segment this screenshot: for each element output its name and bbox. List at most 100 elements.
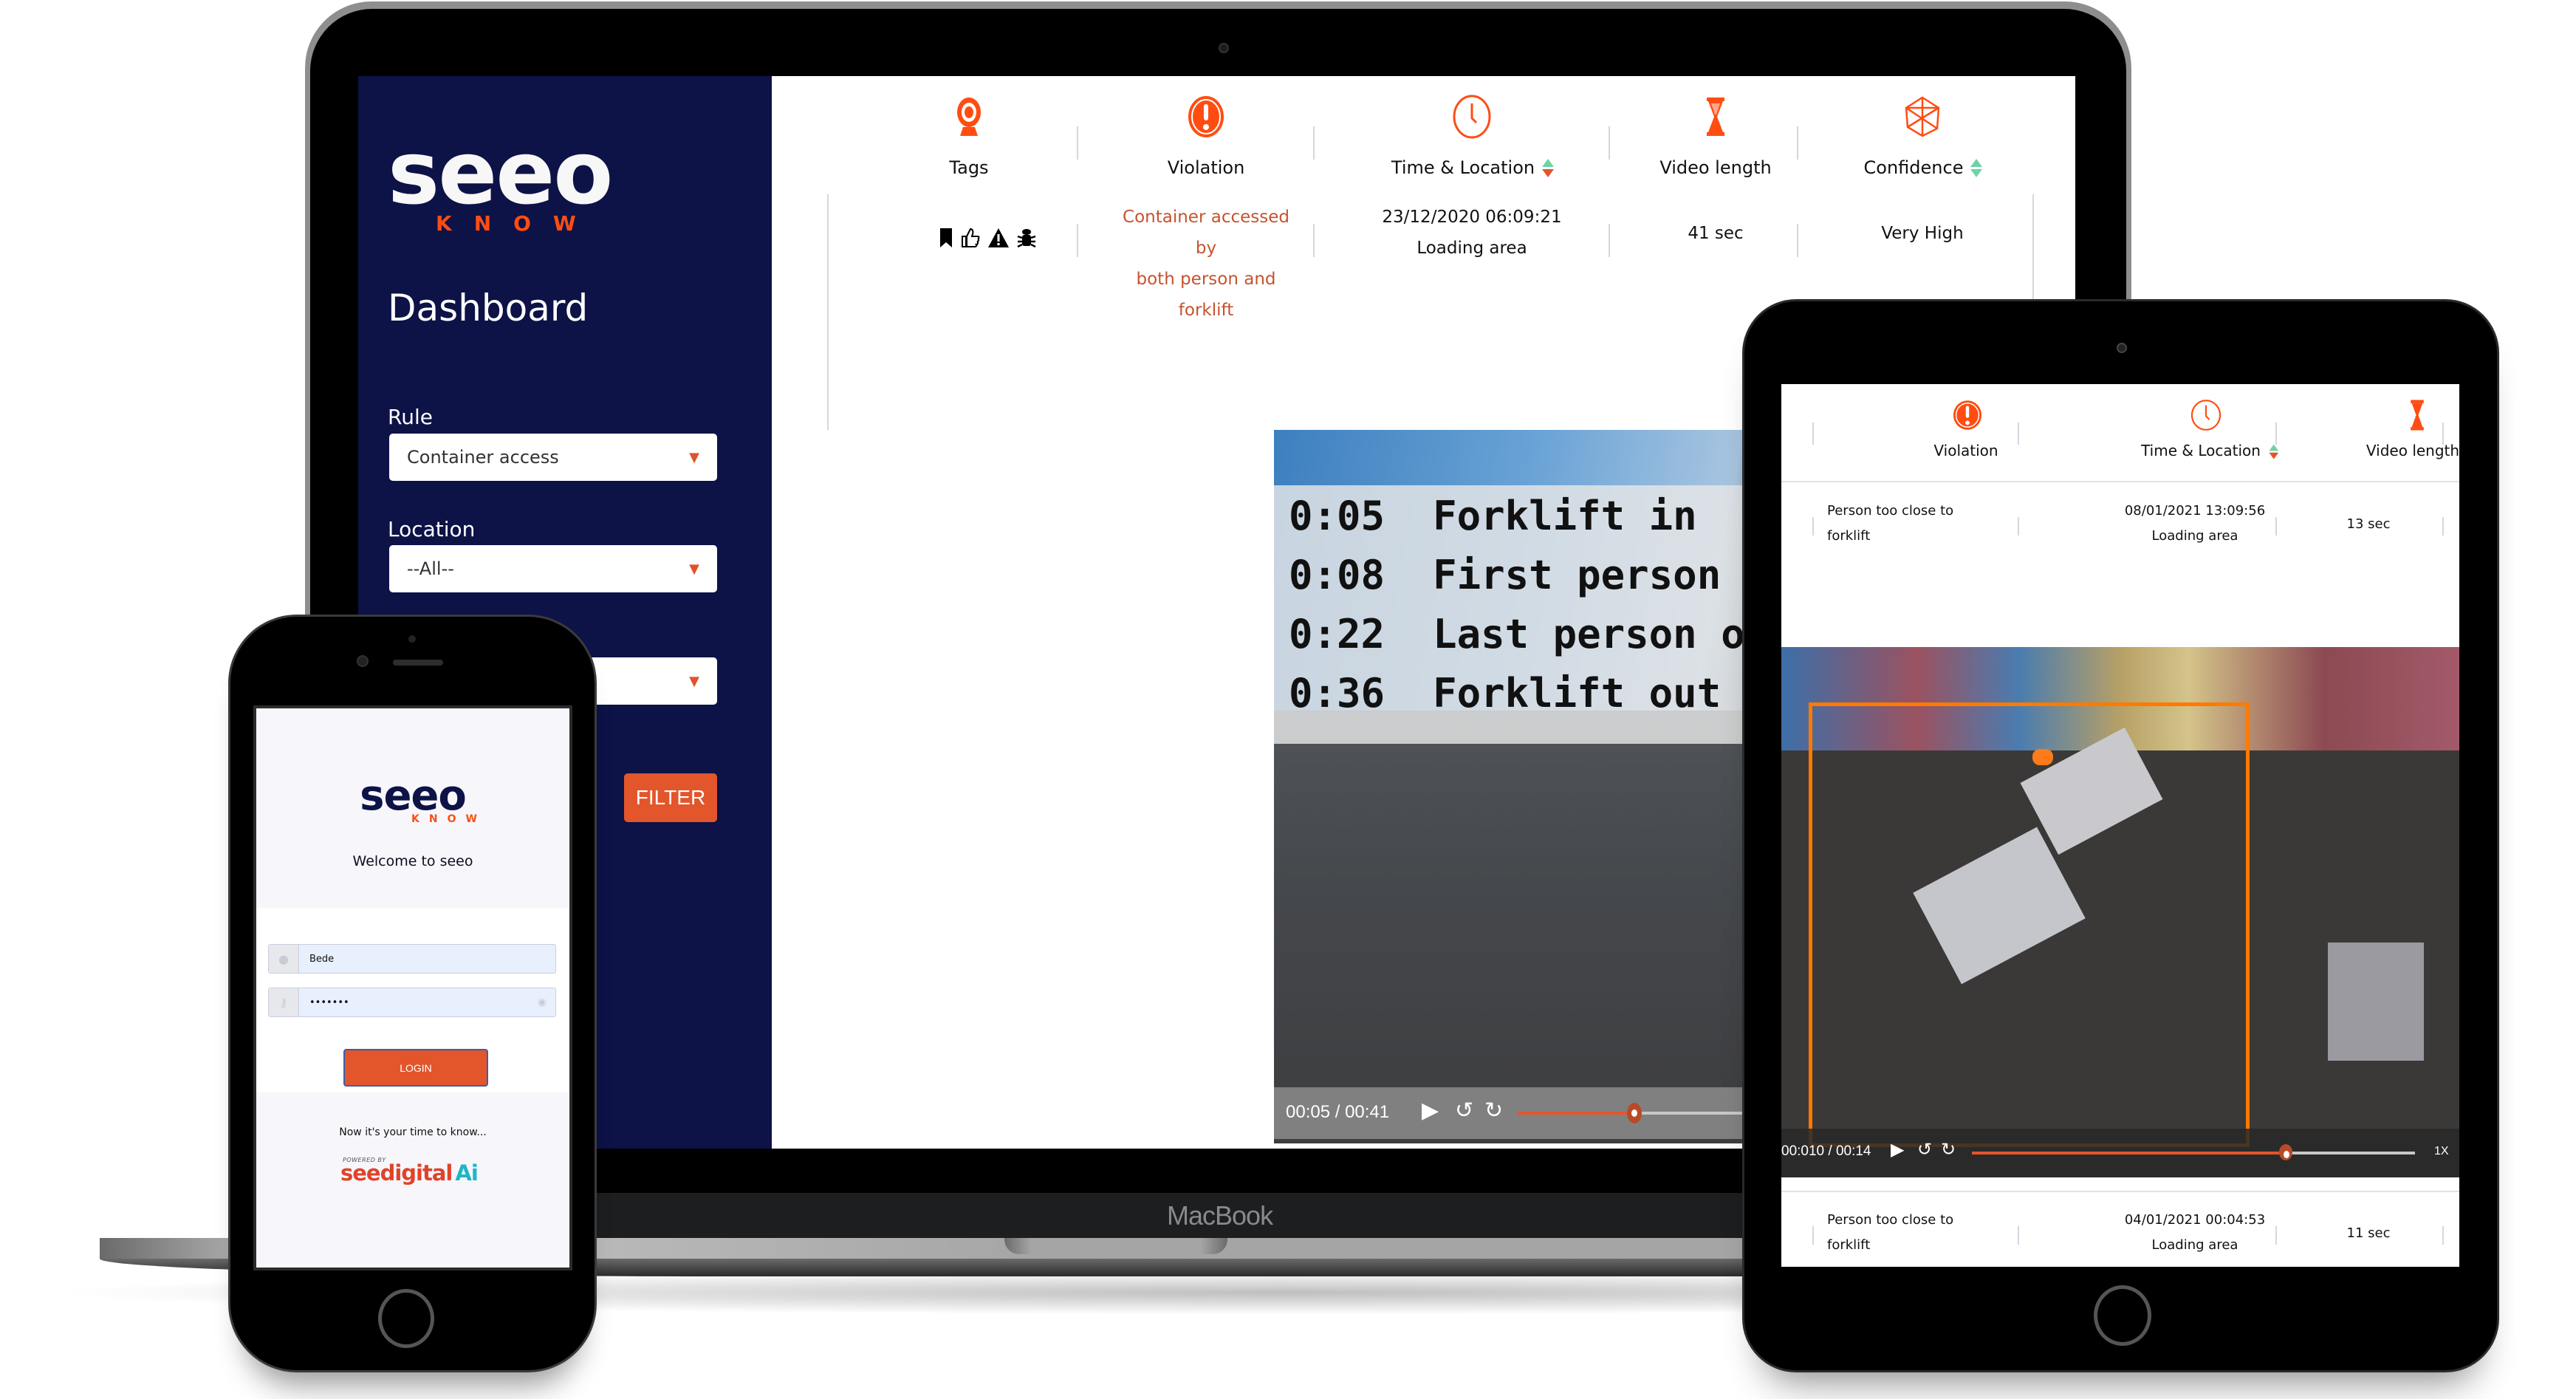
video-time: 00:010 / 00:14 xyxy=(1781,1143,1871,1159)
webcam-icon xyxy=(957,98,981,136)
phone-camera xyxy=(357,655,369,667)
column-divider xyxy=(2442,1226,2444,1245)
warning-icon[interactable] xyxy=(987,228,1010,248)
phone-screen: seeo KNOW Welcome to seeo ● Bede ⚷ •••••… xyxy=(253,705,572,1270)
location-text: Loading area xyxy=(2151,528,2238,544)
sort-icon[interactable] xyxy=(1542,159,1555,178)
violation-cell[interactable]: Person too close to forklift xyxy=(1827,1208,1953,1258)
rewind-icon[interactable]: ↺ xyxy=(1455,1098,1473,1123)
device-label: MacBook xyxy=(1167,1200,1273,1231)
column-divider xyxy=(2275,423,2277,445)
violation-text-line: Person too close to xyxy=(1827,1212,1954,1228)
column-divider xyxy=(1797,126,1798,160)
video-length-cell: 13 sec xyxy=(2346,516,2391,532)
location-text: Loading area xyxy=(2151,1237,2238,1253)
forward-icon[interactable]: ↻ xyxy=(1484,1098,1503,1123)
datetime-text: 23/12/2020 06:09:21 xyxy=(1382,208,1562,227)
play-icon[interactable]: ▶ xyxy=(1422,1098,1439,1123)
tag-icons xyxy=(939,228,1036,248)
filter-button[interactable]: FILTER xyxy=(624,773,717,822)
timeline-entry: 0:05 Forklift in xyxy=(1289,493,1697,539)
video-player[interactable]: 00:010 / 00:14 ▶ ↺ ↻ 1X xyxy=(1781,647,2459,1177)
chevron-down-icon: ▼ xyxy=(689,561,699,577)
header-divider xyxy=(1781,481,2459,482)
hourglass-icon xyxy=(2411,400,2424,431)
location-text: Loading area xyxy=(1417,239,1527,258)
key-icon: ⚷ xyxy=(269,988,299,1016)
column-divider xyxy=(1812,423,1814,445)
login-button[interactable]: LOGIN xyxy=(343,1049,488,1087)
column-divider xyxy=(2275,1226,2277,1245)
welcome-text: Welcome to seeo xyxy=(352,853,473,869)
column-divider xyxy=(1812,1226,1814,1245)
rewind-icon[interactable]: ↺ xyxy=(1917,1139,1932,1160)
forward-icon[interactable]: ↻ xyxy=(1941,1139,1956,1160)
password-value: ••••••• xyxy=(309,996,349,1008)
column-header-time-location[interactable]: Time & Location xyxy=(1376,157,1568,178)
video-controls: 00:010 / 00:14 ▶ ↺ ↻ 1X xyxy=(1781,1129,2459,1177)
sort-icon[interactable] xyxy=(2269,444,2279,459)
column-divider xyxy=(1077,224,1078,257)
tablet-camera xyxy=(2117,343,2127,353)
rule-select-value: Container access xyxy=(407,447,559,468)
username-field[interactable]: ● Bede xyxy=(268,944,556,974)
bug-icon[interactable] xyxy=(1017,228,1036,248)
confidence-cell: Very High xyxy=(1881,224,1964,243)
table-row[interactable]: Person too close to forklift 08/01/2021 … xyxy=(1781,499,2459,558)
alert-circle-icon xyxy=(1953,400,1982,430)
eye-icon[interactable]: ◉ xyxy=(538,996,555,1008)
phone-sensor xyxy=(408,635,416,643)
seek-handle[interactable] xyxy=(1626,1103,1642,1123)
column-divider xyxy=(2275,517,2277,536)
clock-icon xyxy=(1453,95,1491,139)
column-divider xyxy=(1077,126,1078,160)
tablet-home-button[interactable] xyxy=(2094,1285,2151,1346)
phone-home-button[interactable] xyxy=(378,1289,434,1348)
seek-handle[interactable] xyxy=(2279,1144,2292,1160)
timeline-entry: 0:22 Last person out xyxy=(1289,611,1793,657)
table-row[interactable]: Person too close to forklift 04/01/2021 … xyxy=(1781,1208,2459,1267)
logo-subtitle: KNOW xyxy=(411,813,487,825)
violation-text-line: forklift xyxy=(1827,528,1871,544)
chevron-down-icon: ▼ xyxy=(689,673,699,689)
datetime-text: 04/01/2021 00:04:53 xyxy=(2124,1212,2266,1228)
location-select-value: --All-- xyxy=(407,558,454,579)
logo: seeo xyxy=(388,122,613,224)
bookmark-icon[interactable] xyxy=(939,228,953,248)
detection-box xyxy=(1809,702,2250,1147)
violation-text-line: Person too close to xyxy=(1827,503,1954,519)
column-header-time-location[interactable]: Time & Location xyxy=(2106,442,2313,462)
laptop-camera xyxy=(1219,43,1229,53)
password-field[interactable]: ⚷ ••••••• ◉ xyxy=(268,988,556,1017)
seedigital-logo: seedigital Ai xyxy=(340,1160,479,1186)
thumbs-up-icon[interactable] xyxy=(961,228,980,248)
chevron-down-icon: ▼ xyxy=(689,449,699,465)
time-location-cell: 23/12/2020 06:09:21 Loading area xyxy=(1376,202,1568,264)
clock-icon xyxy=(2190,400,2222,431)
rule-label: Rule xyxy=(388,405,433,429)
timeline-entry: 0:36 Forklift out xyxy=(1289,670,1722,716)
violation-cell[interactable]: Person too close to forklift xyxy=(1827,499,1953,549)
location-select[interactable]: --All-- ▼ xyxy=(389,545,717,592)
hourglass-icon xyxy=(1707,98,1724,136)
seek-bar-progress xyxy=(1972,1152,2286,1155)
seek-bar-progress xyxy=(1518,1112,1634,1115)
timeline-entry: 0:08 First person in xyxy=(1289,552,1793,598)
phone-speaker xyxy=(393,660,443,666)
column-divider xyxy=(2018,517,2019,536)
username-value: Bede xyxy=(309,953,335,965)
video-length-cell: 11 sec xyxy=(2346,1225,2391,1241)
violation-text-line: forklift xyxy=(1827,1237,1871,1253)
play-icon[interactable]: ▶ xyxy=(1891,1139,1904,1160)
column-divider xyxy=(2442,517,2444,536)
tablet-screen: Violation Time & Location Video length P… xyxy=(1781,384,2459,1267)
column-divider xyxy=(2442,423,2444,445)
rule-select[interactable]: Container access ▼ xyxy=(389,434,717,481)
playback-speed[interactable]: 1X xyxy=(2434,1145,2449,1158)
video-frame-stack xyxy=(2328,943,2424,1061)
column-header-confidence[interactable]: Confidence xyxy=(1826,157,2018,178)
violation-cell[interactable]: Container accessed by both person and fo… xyxy=(1110,202,1302,326)
time-location-cell: 04/01/2021 00:04:53 Loading area xyxy=(2077,1208,2313,1258)
alert-circle-icon xyxy=(1188,96,1224,137)
sort-icon[interactable] xyxy=(1970,159,1983,178)
